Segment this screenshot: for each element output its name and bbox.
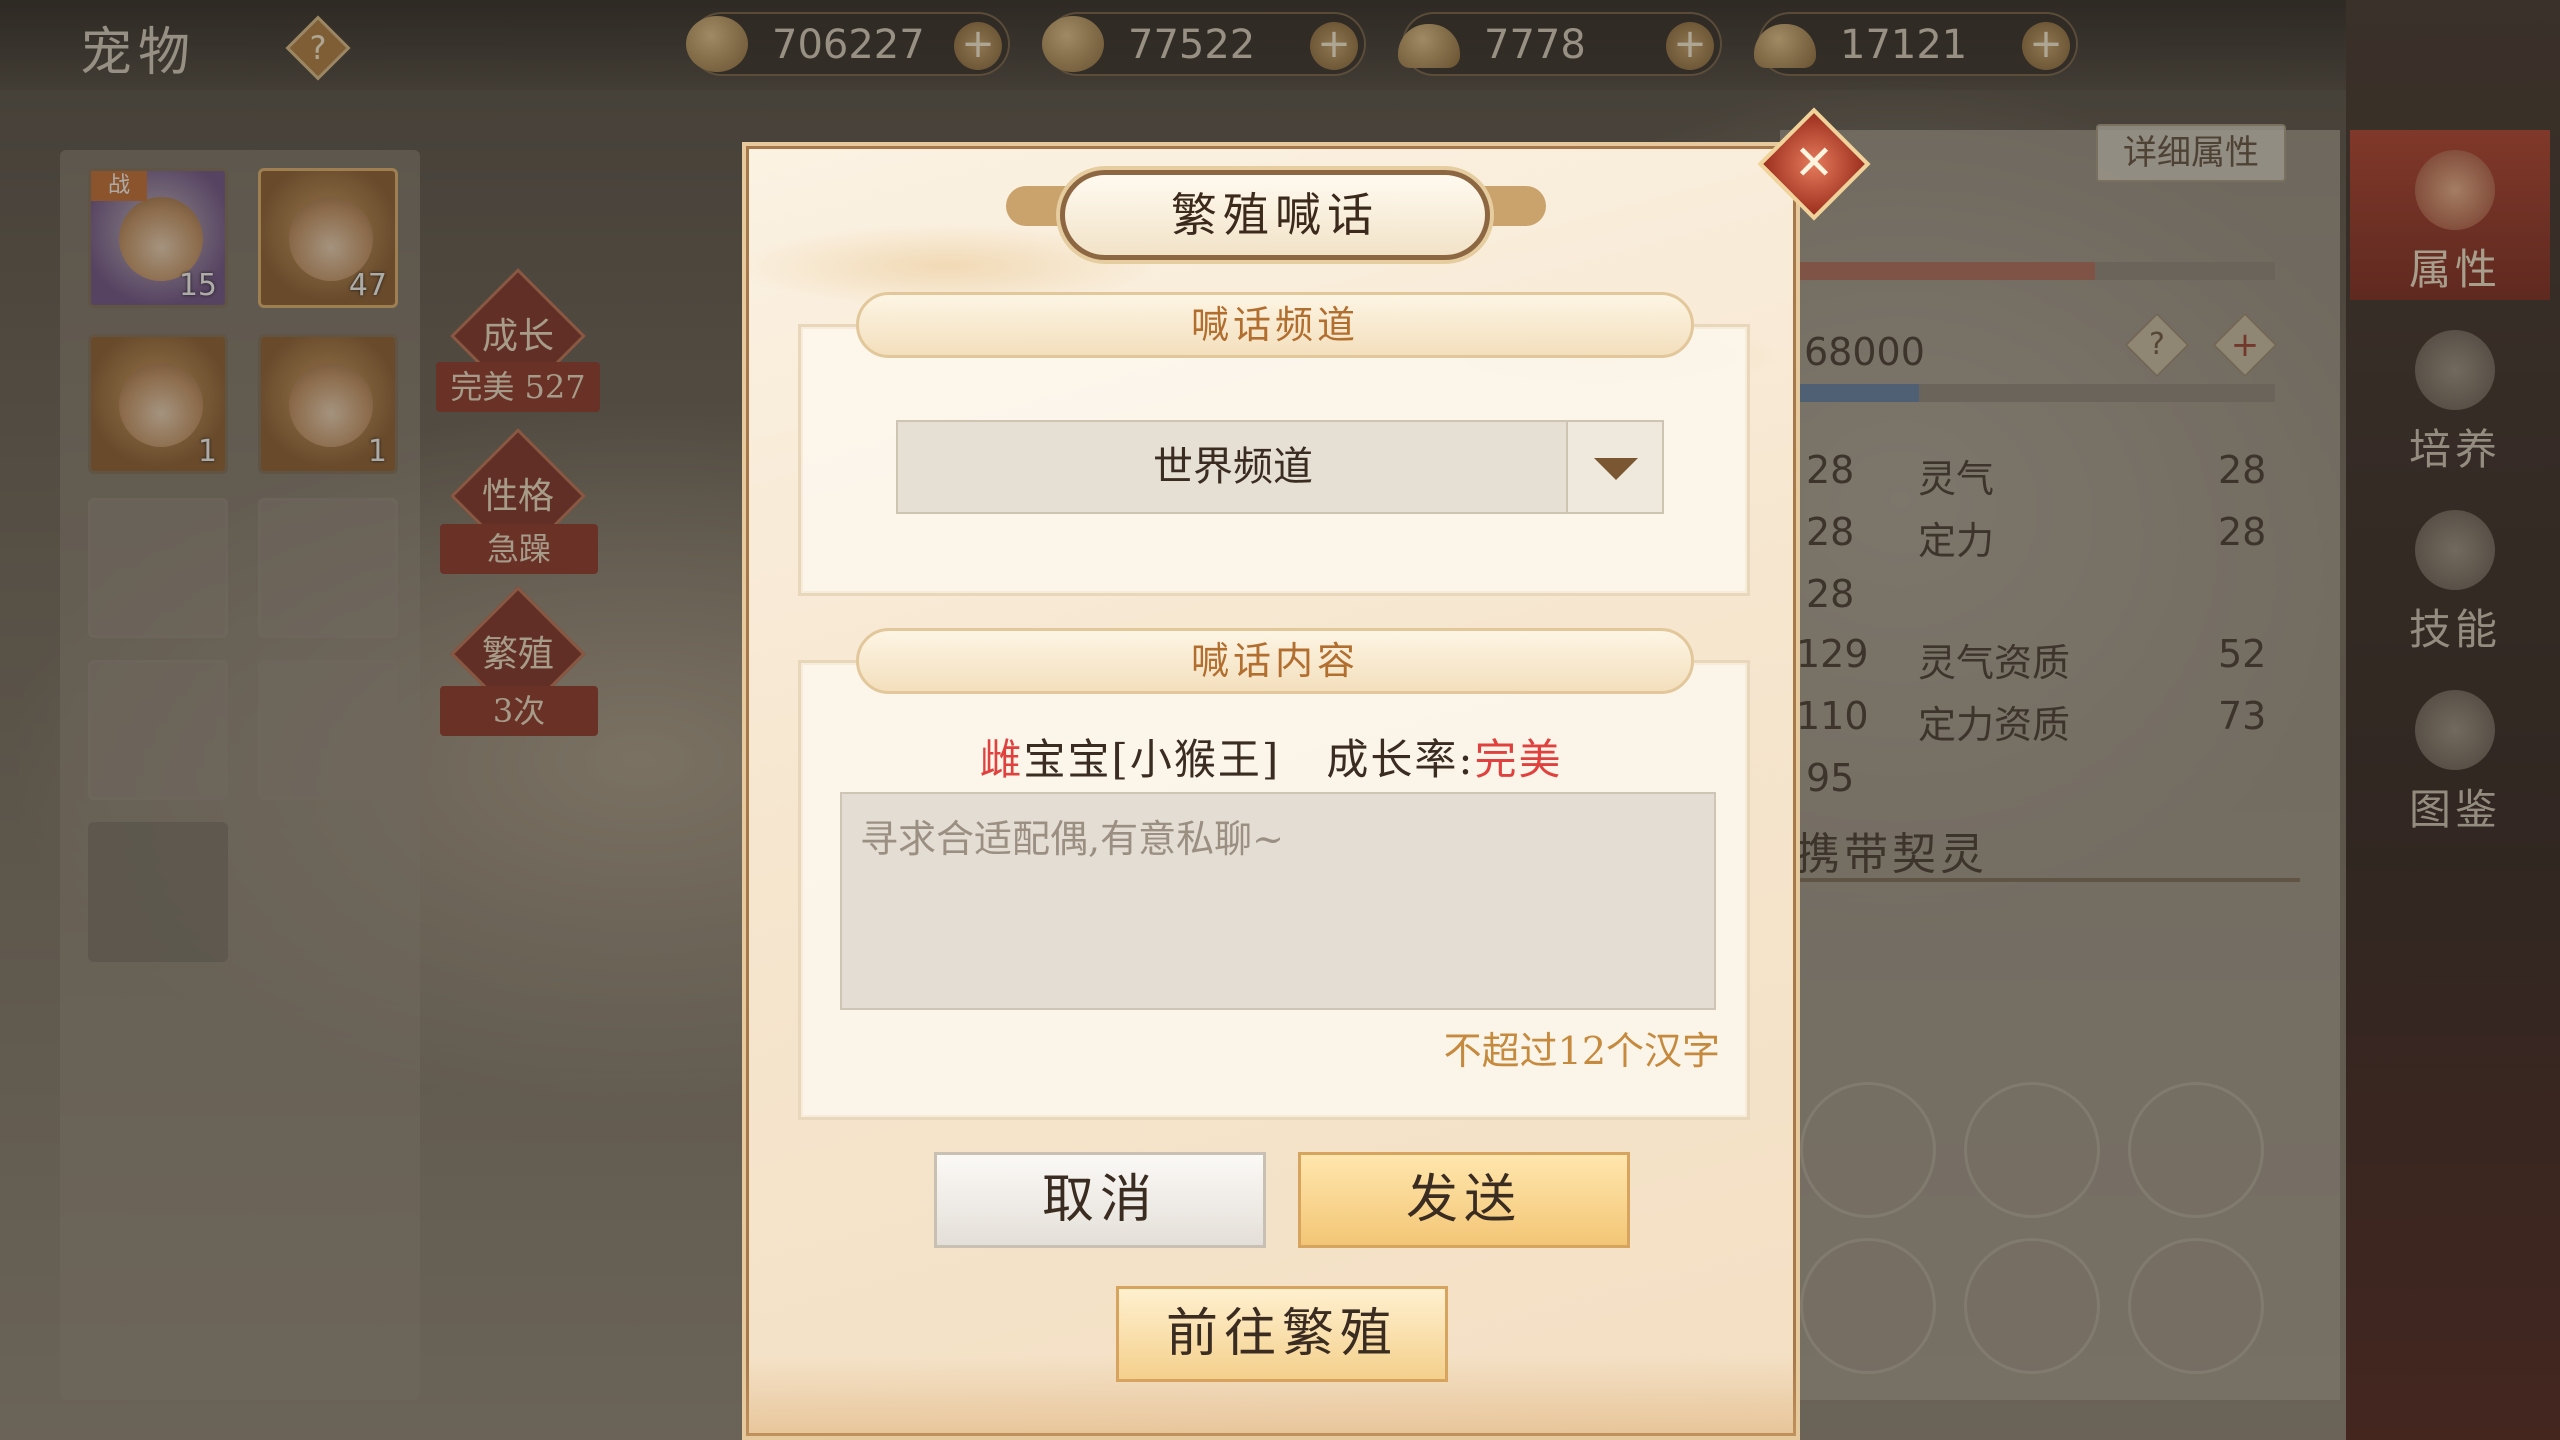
- pet-gender: 雌: [979, 735, 1024, 784]
- content-section-header: 喊话内容: [856, 628, 1694, 694]
- send-button[interactable]: 发送: [1298, 1152, 1630, 1248]
- close-icon: ✕: [1793, 135, 1835, 191]
- channel-dropdown[interactable]: 世界频道: [896, 420, 1664, 514]
- channel-section-header: 喊话频道: [856, 292, 1694, 358]
- char-limit-hint: 不超过12个汉字: [1443, 1029, 1720, 1073]
- channel-section-title: 喊话频道: [1190, 303, 1359, 347]
- growth-rate-label: 成长率:: [1326, 735, 1475, 784]
- content-section-title: 喊话内容: [1190, 639, 1359, 683]
- breed-shout-dialog: 繁殖喊话 ✕ 喊话频道 世界频道 喊话内容 雌宝宝[小猴王] 成长率:完美 不超…: [742, 107, 1871, 1440]
- cancel-button[interactable]: 取消: [934, 1152, 1266, 1248]
- pet-shout-info: 雌宝宝[小猴王] 成长率:完美: [746, 726, 1796, 787]
- dialog-title-plate: 繁殖喊话: [1060, 170, 1490, 260]
- pet-name: 宝宝[小猴王]: [1023, 735, 1281, 784]
- shout-message-input[interactable]: [840, 792, 1716, 1010]
- growth-rate-value: 完美: [1474, 735, 1563, 784]
- chevron-down-icon: [1594, 458, 1638, 480]
- goto-breed-button[interactable]: 前往繁殖: [1116, 1286, 1448, 1382]
- dropdown-toggle[interactable]: [1566, 422, 1662, 512]
- channel-selected-value: 世界频道: [1153, 444, 1313, 490]
- dialog-title: 繁殖喊话: [1171, 188, 1379, 242]
